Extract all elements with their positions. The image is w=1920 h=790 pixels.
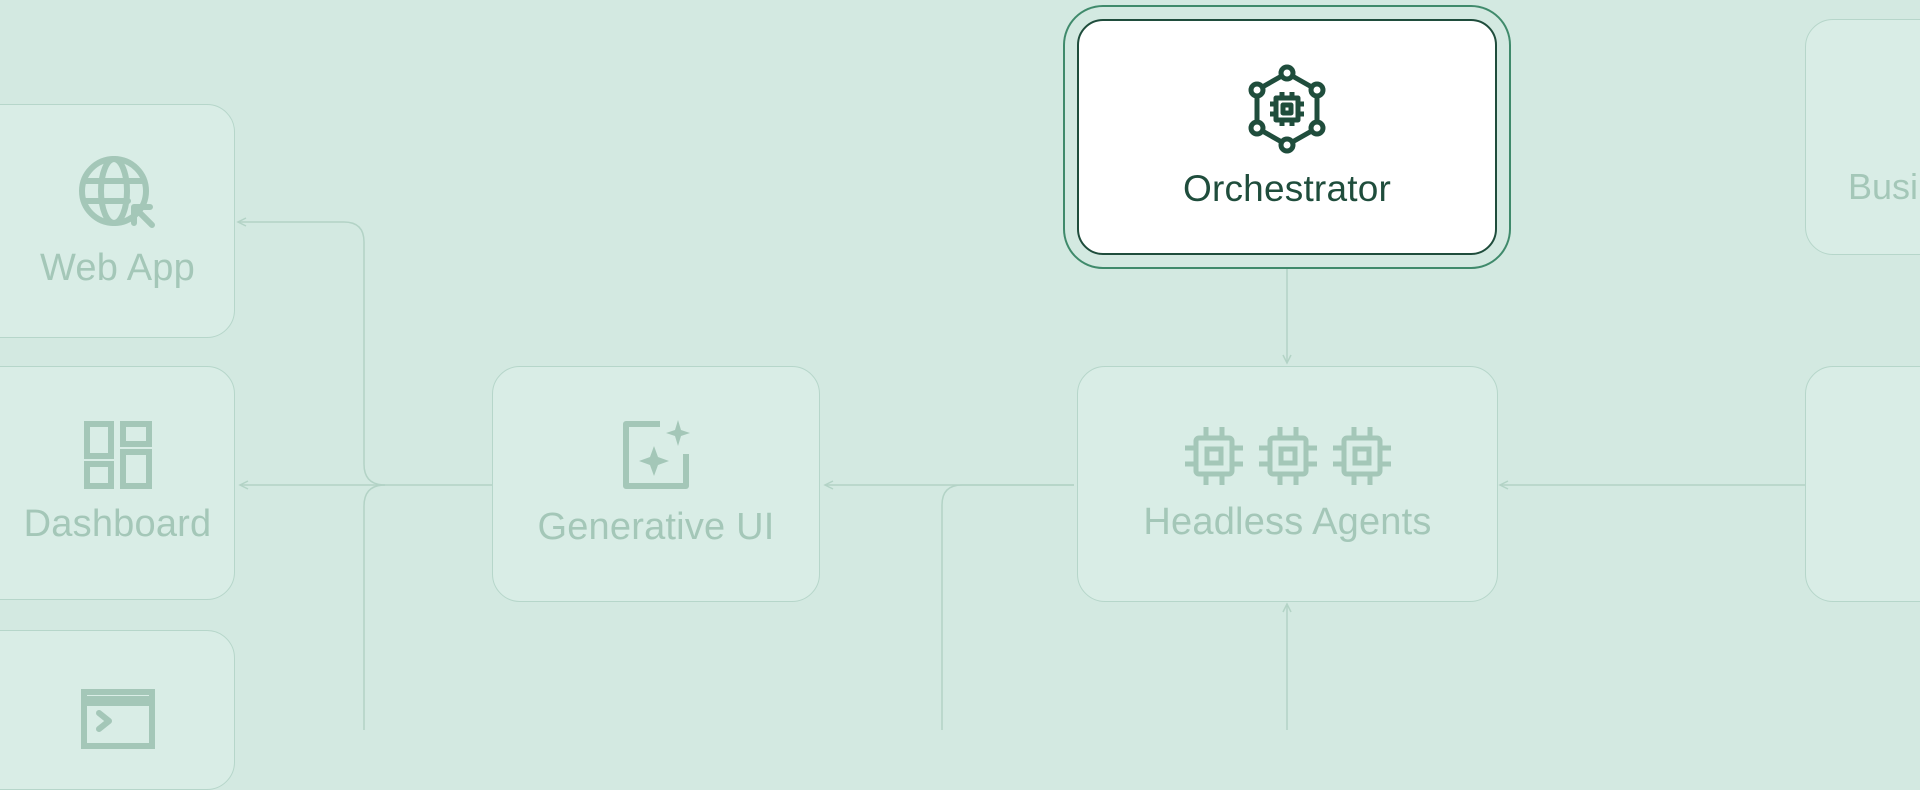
connector-fan-webapp — [238, 221, 386, 486]
generative-ui-node[interactable]: Generative UI — [492, 366, 820, 602]
connector-agents-branch — [941, 484, 1074, 730]
dashboard-node[interactable]: Dashboard — [0, 366, 235, 600]
globe-cursor-icon — [78, 155, 155, 228]
dashboard-label: Dashboard — [23, 502, 212, 545]
grid-layout-icon — [83, 420, 152, 489]
chip-icon — [1184, 426, 1243, 485]
headless-agents-label: Headless Agents — [1143, 500, 1432, 543]
generative-ui-label: Generative UI — [537, 505, 775, 548]
business-node[interactable] — [1805, 19, 1920, 255]
connector-lines — [236, 217, 1805, 730]
headless-agents-node[interactable]: Headless Agents — [1077, 366, 1498, 602]
terminal-node[interactable] — [0, 630, 235, 790]
chip-icon — [1332, 426, 1391, 485]
terminal-icon — [80, 689, 155, 749]
network-chip-icon — [1248, 64, 1326, 154]
chip-icon-group — [1184, 425, 1392, 487]
diagram-canvas: Web App Dashboard Generative UI Orchestr… — [0, 0, 1920, 790]
orchestrator-label: Orchestrator — [1182, 168, 1391, 209]
web-app-label: Web App — [40, 246, 195, 289]
business-label: Busi — [1848, 166, 1919, 207]
web-app-node[interactable]: Web App — [0, 104, 235, 338]
orchestrator-node[interactable]: Orchestrator — [1077, 19, 1497, 255]
chip-icon — [1258, 426, 1317, 485]
right-lower-node[interactable] — [1805, 366, 1920, 602]
connector-fan-terminal — [363, 484, 386, 730]
sparkle-canvas-icon — [623, 419, 690, 489]
